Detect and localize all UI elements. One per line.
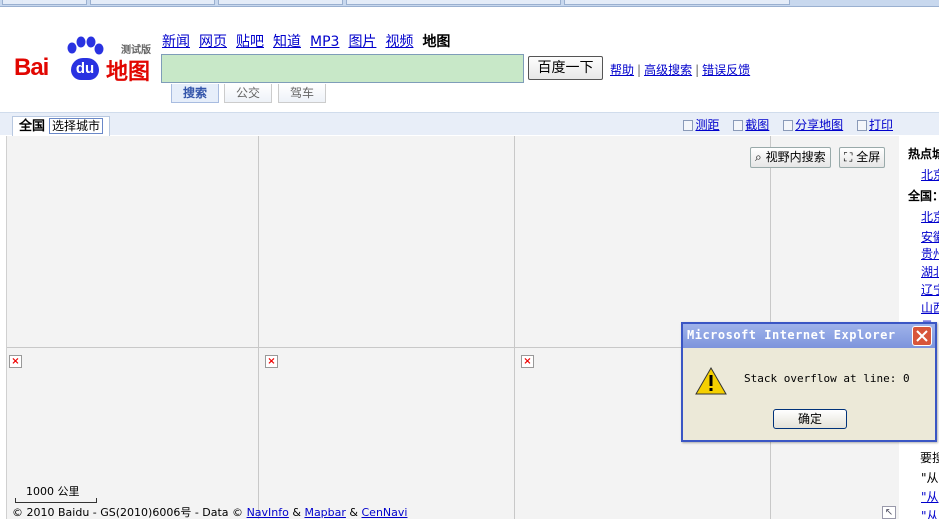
broken-image-icon: × — [265, 355, 278, 368]
header-links: 帮助 | 高级搜索 | 错误反馈 — [610, 61, 750, 78]
city-link[interactable]: 湖北 — [921, 263, 939, 280]
ampersand: & — [292, 506, 301, 519]
measure-link[interactable]: 测距 — [695, 118, 719, 132]
city-toolbar: 全国 选择城市 测距 截图 分享地图 打印 — [0, 112, 939, 136]
copyright: © 2010 Baidu - GS(2010)6006号 - Data © Na… — [12, 504, 407, 520]
search-icon: ⌕ — [755, 150, 762, 164]
printer-icon — [856, 120, 867, 131]
mapbar-link[interactable]: Mapbar — [304, 506, 345, 519]
close-icon — [916, 330, 928, 342]
share-tool[interactable]: 分享地图 — [783, 118, 843, 132]
ruler-icon — [683, 120, 694, 131]
screenshot-tool[interactable]: 截图 — [733, 118, 769, 132]
city-link[interactable]: 山西 — [921, 299, 939, 316]
share-link[interactable]: 分享地图 — [795, 118, 843, 132]
collapse-panel-icon[interactable]: ↖ — [882, 506, 896, 519]
view-search-button[interactable]: ⌕ 视野内搜索 — [750, 147, 831, 168]
tile-border — [258, 136, 259, 519]
separator: | — [695, 63, 700, 77]
map-tools: 测距 截图 分享地图 打印 — [673, 116, 893, 133]
close-button[interactable] — [912, 326, 932, 346]
nav-web[interactable]: 网页 — [199, 34, 227, 50]
fullscreen-icon: ⛶ — [844, 150, 853, 164]
search-hint-link[interactable]: "从 — [921, 488, 939, 505]
help-link[interactable]: 帮助 — [610, 63, 634, 77]
current-city: 全国 — [19, 119, 46, 134]
fullscreen-button[interactable]: ⛶ 全屏 — [839, 147, 886, 168]
nav-images[interactable]: 图片 — [348, 34, 376, 50]
navinfo-link[interactable]: NavInfo — [247, 506, 289, 519]
alert-dialog: Microsoft Internet Explorer Stack overfl… — [681, 322, 937, 442]
tab-drive[interactable]: 驾车 — [278, 84, 326, 103]
broken-image-icon: × — [521, 355, 534, 368]
city-link[interactable]: 辽宁 — [921, 281, 939, 298]
logo-text-du: du — [71, 58, 99, 80]
browser-tab[interactable] — [2, 0, 87, 5]
scale-bar — [15, 498, 97, 503]
scale-label: 1000 公里 — [26, 485, 80, 498]
cennavi-link[interactable]: CenNavi — [362, 506, 408, 519]
search-hint: "从 — [921, 471, 939, 485]
nav-tieba[interactable]: 贴吧 — [236, 34, 264, 50]
tab-search[interactable]: 搜索 — [171, 84, 219, 103]
print-tool[interactable]: 打印 — [856, 118, 893, 132]
city-link[interactable]: 安徽 — [921, 228, 939, 245]
nav-news[interactable]: 新闻 — [162, 34, 190, 50]
top-nav: 新闻 网页 贴吧 知道 MP3 图片 视频 地图 — [162, 31, 459, 51]
screenshot-link[interactable]: 截图 — [745, 118, 769, 132]
tab-bus[interactable]: 公交 — [224, 84, 272, 103]
nav-mp3[interactable]: MP3 — [310, 34, 339, 50]
all-cities-heading: 全国： — [908, 189, 939, 203]
screenshot-icon — [733, 120, 744, 131]
logo-text-ditu: 地图 — [106, 60, 151, 85]
print-link[interactable]: 打印 — [869, 118, 893, 132]
hot-city-link[interactable]: 北京 — [921, 166, 939, 183]
dialog-titlebar[interactable]: Microsoft Internet Explorer — [683, 324, 935, 348]
browser-tab[interactable] — [346, 0, 561, 5]
city-tab: 全国 选择城市 — [12, 116, 111, 136]
dialog-title: Microsoft Internet Explorer — [687, 328, 896, 342]
baidu-logo[interactable]: Bai du 测试版 地图 — [14, 36, 156, 86]
browser-tab[interactable] — [218, 0, 343, 5]
nav-video[interactable]: 视频 — [385, 34, 413, 50]
advanced-search-link[interactable]: 高级搜索 — [644, 63, 692, 77]
search-hint-link[interactable]: "从 — [921, 507, 939, 519]
search-input[interactable] — [161, 54, 524, 83]
logo-text-bai: Bai — [14, 54, 49, 81]
nav-map-current: 地图 — [422, 34, 451, 50]
separator: | — [637, 63, 642, 77]
choose-city-button[interactable]: 选择城市 — [49, 118, 104, 134]
dialog-message: Stack overflow at line: 0 — [744, 372, 910, 385]
search-button[interactable]: 百度一下 — [528, 56, 603, 80]
browser-tab-strip — [0, 0, 939, 7]
fullscreen-label: 全屏 — [856, 150, 881, 164]
city-link[interactable]: 贵州 — [921, 245, 939, 262]
tile-border — [514, 136, 515, 519]
city-link[interactable]: 北京 — [921, 208, 939, 225]
browser-tab[interactable] — [90, 0, 215, 5]
share-icon — [783, 120, 794, 131]
nav-zhidao[interactable]: 知道 — [273, 34, 301, 50]
error-feedback-link[interactable]: 错误反馈 — [702, 63, 750, 77]
ok-button[interactable]: 确定 — [773, 409, 847, 429]
copyright-text: © 2010 Baidu - GS(2010)6006号 - Data © — [12, 506, 244, 519]
view-search-label: 视野内搜索 — [765, 150, 826, 164]
warning-icon — [695, 366, 727, 395]
browser-tab[interactable] — [564, 0, 790, 5]
measure-tool[interactable]: 测距 — [683, 118, 719, 132]
broken-image-icon: × — [9, 355, 22, 368]
search-hint-heading: 要搜 — [920, 451, 939, 465]
ampersand: & — [349, 506, 358, 519]
hot-cities-heading: 热点城 — [908, 147, 939, 161]
